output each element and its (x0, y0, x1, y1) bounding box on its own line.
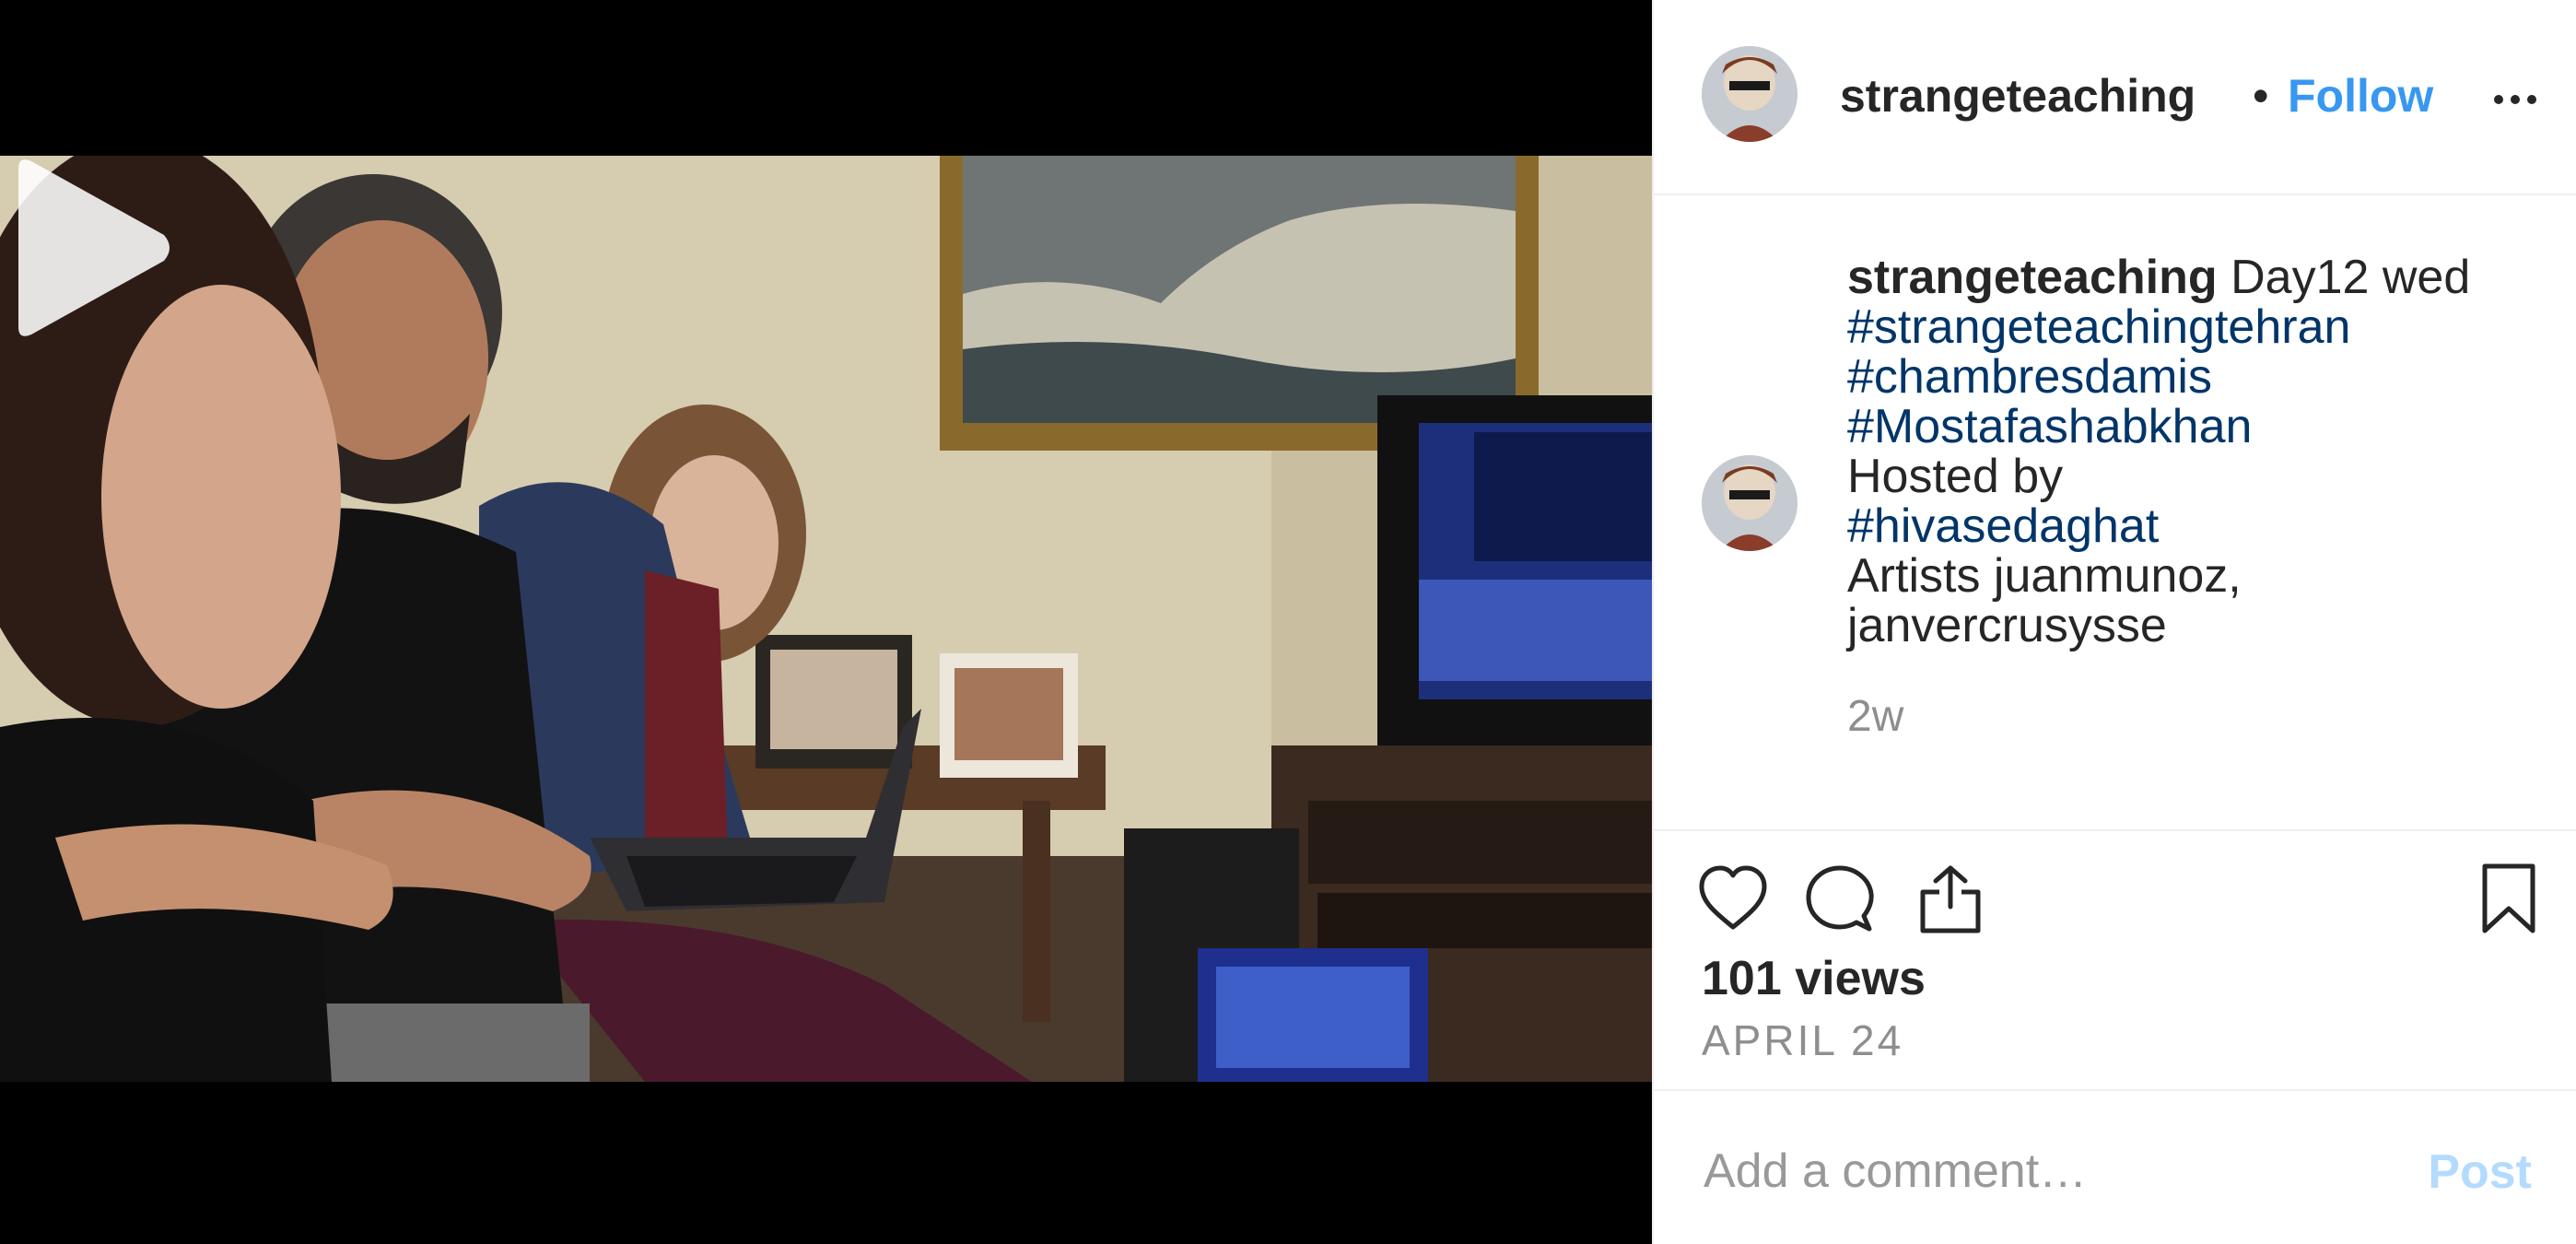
caption-text: strangeteaching Day12 wed #strangeteachi… (1847, 252, 2557, 651)
comment-bubble-icon[interactable] (1803, 863, 1877, 936)
mention-link[interactable]: juanmunoz (1994, 549, 2228, 603)
post-side-panel: strangeteaching • Follow strangeteaching… (1652, 0, 2576, 1244)
caption-avatar[interactable] (1702, 455, 1797, 551)
post-media[interactable] (0, 0, 1652, 1244)
hashtag-link[interactable]: #hivasedaghat (1847, 501, 2557, 551)
comment-bar: Post (1654, 1089, 2576, 1244)
header-separator: • (2253, 70, 2269, 122)
avatar-image (1702, 455, 1797, 551)
post-button[interactable]: Post (2428, 1144, 2532, 1200)
avatar-image (1702, 46, 1797, 142)
bookmark-icon[interactable] (2472, 863, 2546, 936)
caption-hosted-by: Hosted by (1847, 450, 2064, 503)
caption-timestamp[interactable]: 2w (1847, 691, 1903, 742)
follow-button[interactable]: Follow (2288, 68, 2433, 123)
hashtag-link[interactable]: #chambresdamis (1847, 352, 2557, 402)
video-frame[interactable] (0, 156, 1652, 1082)
more-horizontal-icon[interactable] (2488, 66, 2543, 122)
play-icon[interactable] (0, 156, 175, 340)
share-upload-icon[interactable] (1914, 863, 1987, 936)
caption-username[interactable]: strangeteaching (1847, 251, 2218, 304)
post-date[interactable]: APRIL 24 (1702, 1015, 1903, 1065)
video-still (0, 156, 1652, 1082)
comment-input[interactable] (1702, 1133, 2387, 1209)
hashtag-link[interactable]: #strangeteachingtehran (1847, 302, 2557, 352)
caption-area: strangeteaching Day12 wed #strangeteachi… (1654, 195, 2576, 831)
caption-first-line: Day12 wed (2217, 251, 2471, 304)
mention-link[interactable]: janvercrusysse (1847, 601, 2557, 651)
header-username[interactable]: strangeteaching (1840, 68, 2245, 123)
post-actions: 101 views APRIL 24 (1654, 831, 2576, 1089)
heart-icon[interactable] (1696, 863, 1770, 936)
hashtag-link[interactable]: #Mostafashabkhan (1847, 402, 2557, 452)
caption-artists-prefix: Artists (1847, 549, 1994, 603)
caption-artist-separator: , (2228, 549, 2242, 603)
views-count[interactable]: 101 views (1702, 951, 1926, 1006)
avatar[interactable] (1702, 46, 1797, 142)
post-header: strangeteaching • Follow (1654, 0, 2576, 195)
